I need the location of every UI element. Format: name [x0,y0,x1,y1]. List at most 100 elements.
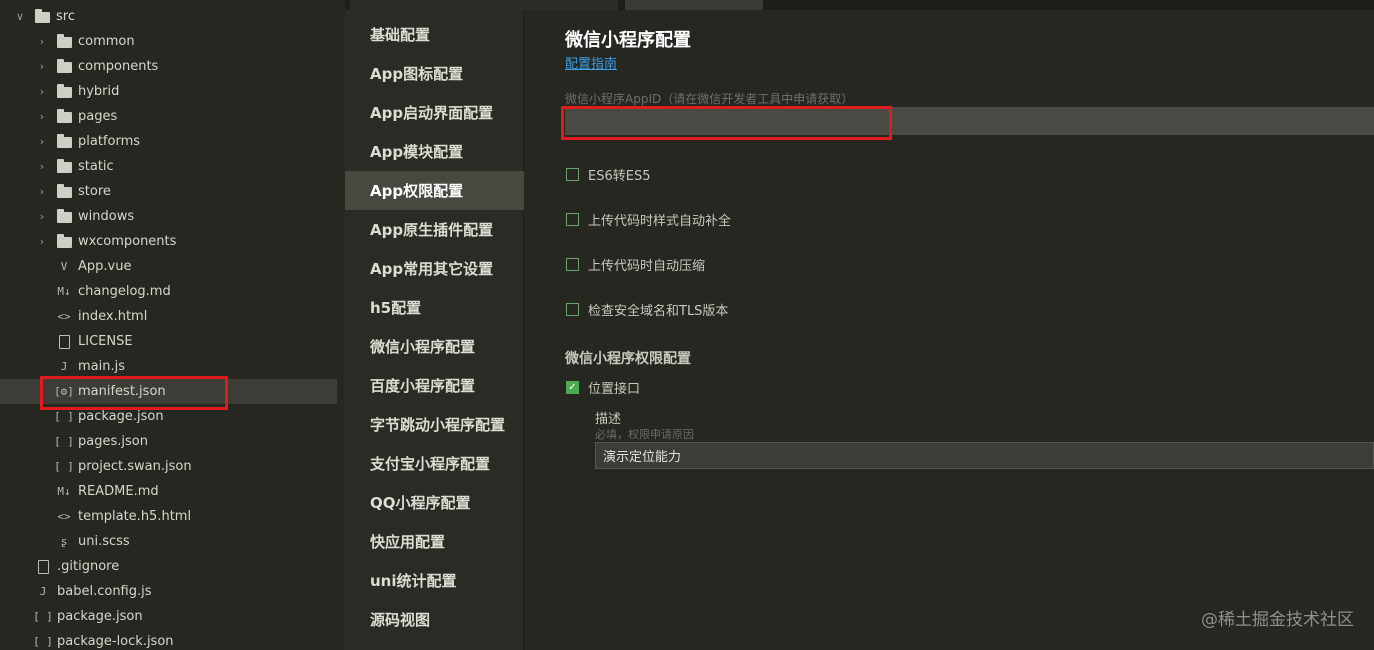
tree-file-index-html[interactable]: <> index.html [0,304,337,329]
chevron-right-icon[interactable]: › [36,235,48,248]
style-autocomplete-checkbox[interactable]: 上传代码时样式自动补全 [566,210,731,229]
chevron-right-icon[interactable]: › [36,160,48,173]
tree-folder-common[interactable]: › common [0,29,337,54]
nav-item-9[interactable]: 百度小程序配置 [345,366,524,405]
tree-file-package-lock-json[interactable]: [ ] package-lock.json [0,629,337,650]
tree-folder-static[interactable]: › static [0,154,337,179]
tree-file-license[interactable]: LICENSE [0,329,337,354]
folder-icon [56,84,72,100]
tree-file-pages-json[interactable]: [ ] pages.json [0,429,337,454]
nav-item-12[interactable]: QQ小程序配置 [345,483,524,522]
tree-file-project-swan-json[interactable]: [ ] project.swan.json [0,454,337,479]
nav-item-10[interactable]: 字节跳动小程序配置 [345,405,524,444]
description-hint: 必填，权限申请原因 [595,428,694,441]
tree-item-label: pages.json [78,434,148,449]
nav-item-1[interactable]: App图标配置 [345,54,524,93]
tree-item-label: platforms [78,134,141,149]
nav-item-0[interactable]: 基础配置 [345,15,524,54]
nav-item-11[interactable]: 支付宝小程序配置 [345,444,524,483]
checkbox-icon[interactable] [566,258,579,271]
tree-file--gitignore[interactable]: .gitignore [0,554,337,579]
tree-item-label: project.swan.json [78,459,192,474]
tree-file-app-vue[interactable]: V App.vue [0,254,337,279]
settings-panel: 微信小程序配置 配置指南 微信小程序AppID（请在微信开发者工具中申请获取） … [525,10,1374,650]
chevron-right-icon[interactable]: › [36,35,48,48]
chevron-right-icon[interactable]: › [36,210,48,223]
json-icon: [ ] [54,460,74,473]
page-title: 微信小程序配置 [565,30,691,51]
nav-item-6[interactable]: App常用其它设置 [345,249,524,288]
nav-item-2[interactable]: App启动界面配置 [345,93,524,132]
tree-folder-hybrid[interactable]: › hybrid [0,79,337,104]
es6-label: ES6转ES5 [588,169,651,184]
markdown-icon: M↓ [57,285,71,298]
check-domain-checkbox[interactable]: 检查安全域名和TLS版本 [566,300,728,319]
nav-item-5[interactable]: App原生插件配置 [345,210,524,249]
file-explorer: ∨ src › common › components › hybrid › pages › plat… [0,0,337,650]
json-icon: [ ] [54,435,74,448]
minify-checkbox[interactable]: 上传代码时自动压缩 [566,255,705,274]
tree-file-template-h5-html[interactable]: <> template.h5.html [0,504,337,529]
chevron-right-icon[interactable]: › [36,110,48,123]
folder-icon [56,34,72,50]
tree-item-label: uni.scss [78,534,130,549]
tree-folder-wxcomponents[interactable]: › wxcomponents [0,229,337,254]
nav-item-7[interactable]: h5配置 [345,288,524,327]
folder-icon [56,209,72,225]
tree-folder-pages[interactable]: › pages [0,104,337,129]
tree-file-uni-scss[interactable]: ʂ uni.scss [0,529,337,554]
nav-item-13[interactable]: 快应用配置 [345,522,524,561]
checkbox-icon[interactable] [566,213,579,226]
tree-file-babel-config-js[interactable]: Jbabel.config.js [0,579,337,604]
nav-item-8[interactable]: 微信小程序配置 [345,327,524,366]
tree-item-label: changelog.md [78,284,171,299]
tree-item-label: windows [78,209,135,224]
tree-folder-src[interactable]: ∨ src [0,4,337,29]
checkmark-icon[interactable]: ✓ [566,381,579,394]
tree-file-readme-md[interactable]: M↓ README.md [0,479,337,504]
file-icon [56,334,72,350]
appid-label: 微信小程序AppID（请在微信开发者工具中申请获取） [565,92,854,106]
chevron-right-icon[interactable]: › [36,185,48,198]
config-guide-link[interactable]: 配置指南 [565,53,617,72]
tree-file-changelog-md[interactable]: M↓ changelog.md [0,279,337,304]
highlight-box-appid [561,106,892,140]
file-icon [35,559,51,575]
tree-item-label: babel.config.js [57,584,152,599]
location-checkbox[interactable]: ✓ 位置接口 [566,378,640,397]
tree-file-package-json[interactable]: [ ] package.json [0,604,337,629]
js-file-icon: J [60,360,68,373]
folder-icon [56,234,72,250]
checkbox-icon[interactable] [566,303,579,316]
html-icon: <> [57,510,71,523]
chevron-right-icon[interactable]: › [36,135,48,148]
tree-folder-platforms[interactable]: › platforms [0,129,337,154]
chevron-right-icon[interactable]: › [36,60,48,73]
location-label: 位置接口 [588,382,641,397]
tree-folder-components[interactable]: › components [0,54,337,79]
html-icon: <> [57,310,71,323]
tree-item-label: App.vue [78,259,132,274]
watermark: @稀土掘金技术社区 [1201,610,1354,630]
tree-item-label: hybrid [78,84,120,99]
nav-item-4[interactable]: App权限配置 [345,171,524,210]
tree-folder-store[interactable]: › store [0,179,337,204]
tree-item-label: common [78,34,135,49]
nav-item-15[interactable]: 源码视图 [345,600,524,639]
editor-tab[interactable] [350,0,618,10]
json-icon: [ ] [33,635,53,648]
description-input[interactable] [595,442,1374,469]
editor-tab-manifest[interactable] [625,0,763,10]
highlight-box-manifest [40,376,228,410]
checkbox-icon[interactable] [566,168,579,181]
nav-item-14[interactable]: uni统计配置 [345,561,524,600]
tree-item-label: src [56,9,75,24]
vue-file-icon: V [60,260,68,273]
chevron-right-icon[interactable]: › [36,85,48,98]
folder-icon [56,159,72,175]
nav-item-3[interactable]: App模块配置 [345,132,524,171]
es6-checkbox[interactable]: ES6转ES5 [566,165,650,184]
tree-item-label: LICENSE [78,334,133,349]
chevron-down-icon[interactable]: ∨ [14,10,26,23]
tree-folder-windows[interactable]: › windows [0,204,337,229]
